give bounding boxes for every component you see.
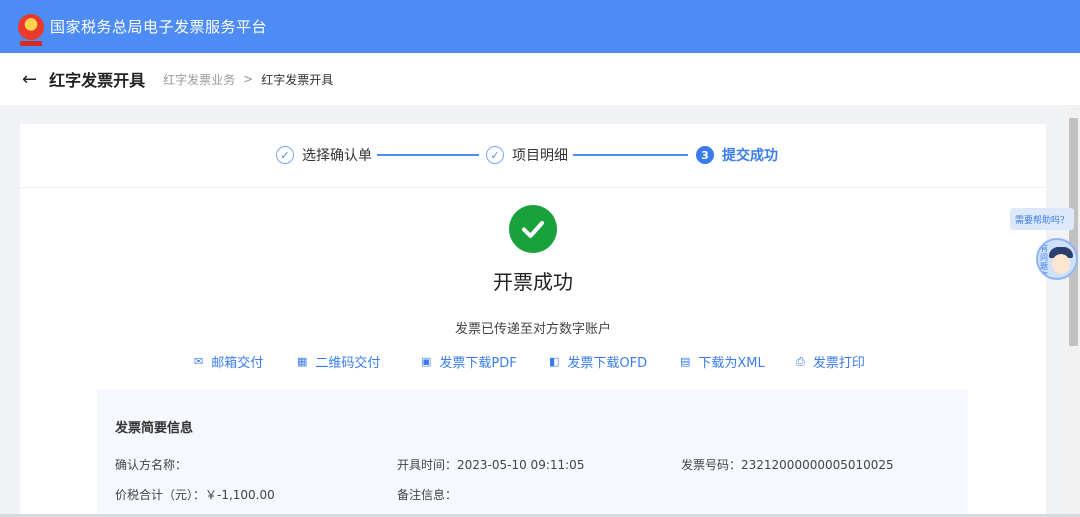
xml-file-icon: ▤ [680, 355, 691, 368]
breadcrumb-red-invoice-business[interactable]: 红字发票业务 [163, 71, 235, 88]
step-label: 提交成功 [722, 148, 778, 164]
step-number-badge: 3 [696, 146, 714, 164]
check-circle-icon: ✓ [276, 146, 294, 164]
remark-field: 备注信息： [397, 488, 458, 502]
download-ofd-button[interactable]: ◧ 发票下载OFD [549, 352, 647, 371]
mail-icon: ✉ [194, 355, 204, 368]
action-label: 二维码交付 [315, 356, 381, 371]
step-connector [573, 154, 688, 156]
scrollbar-thumb[interactable] [1069, 118, 1078, 346]
email-delivery-button[interactable]: ✉ 邮箱交付 [194, 352, 263, 371]
back-arrow-icon[interactable]: ← [22, 69, 37, 90]
main-card: ✓ 选择确认单 ✓ 项目明细 3 提交成功 开票成功 发票已传递至对方数字账户 … [20, 124, 1046, 517]
qrcode-icon: ▦ [297, 355, 308, 368]
action-label: 下载为XML [698, 356, 765, 371]
page-header: ← 红字发票开具 红字发票业务 > 红字发票开具 [0, 53, 1080, 105]
printer-icon: ⎙ [796, 354, 805, 368]
progress-steps: ✓ 选择确认单 ✓ 项目明细 3 提交成功 [20, 124, 1046, 188]
success-check-icon [509, 205, 557, 253]
buyer-name-field: 确认方名称： [115, 458, 188, 472]
step-label: 项目明细 [512, 148, 568, 164]
download-xml-button[interactable]: ▤ 下载为XML [680, 352, 765, 371]
help-button[interactable]: 需要帮助吗？ [1010, 208, 1074, 230]
print-invoice-button[interactable]: ⎙ 发票打印 [796, 352, 865, 372]
summary-title: 发票简要信息 [115, 421, 194, 436]
action-label: 发票打印 [812, 356, 865, 371]
action-label: 邮箱交付 [211, 356, 264, 371]
pdf-file-icon: ▣ [421, 355, 432, 368]
issue-time-field: 开具时间：2023-05-10 09:11:05 [397, 458, 585, 472]
breadcrumb-separator-icon: > [243, 72, 254, 86]
top-header: 国家税务总局电子发票服务平台 [0, 0, 1080, 53]
qrcode-delivery-button[interactable]: ▦ 二维码交付 [297, 352, 380, 371]
delivery-actions: ✉ 邮箱交付 ▦ 二维码交付 ▣ 发票下载PDF ◧ 发票下载OFD ▤ 下载为… [20, 352, 1046, 372]
ofd-file-icon: ◧ [549, 355, 560, 368]
consult-tag: 有问题咨询 [1040, 244, 1048, 280]
page-title: 红字发票开具 [49, 71, 146, 90]
breadcrumb-red-invoice-issue: 红字发票开具 [261, 72, 334, 87]
action-label: 发票下载OFD [567, 356, 648, 371]
check-circle-icon: ✓ [486, 146, 504, 164]
download-pdf-button[interactable]: ▣ 发票下载PDF [421, 352, 517, 371]
step-label: 选择确认单 [302, 148, 372, 164]
tax-emblem-logo [18, 13, 44, 46]
invoice-summary-panel: 发票简要信息 确认方名称： 开具时间：2023-05-10 09:11:05 发… [97, 389, 968, 517]
action-label: 发票下载PDF [439, 356, 517, 371]
step-select-confirmation: ✓ 选择确认单 [276, 145, 372, 165]
assistant-avatar[interactable]: 有问题咨询 [1036, 238, 1078, 280]
avatar-face [1052, 254, 1070, 274]
result-subtitle: 发票已传递至对方数字账户 [454, 322, 611, 337]
step-submit-success: 3 提交成功 [696, 145, 778, 165]
step-connector [377, 154, 479, 156]
result-title: 开票成功 [493, 270, 573, 294]
site-title: 国家税务总局电子发票服务平台 [50, 18, 268, 36]
invoice-number-field: 发票号码：23212000000005010025 [681, 458, 894, 472]
total-amount-field: 价税合计（元）：￥-1,100.00 [115, 488, 275, 502]
step-item-details: ✓ 项目明细 [486, 145, 568, 165]
